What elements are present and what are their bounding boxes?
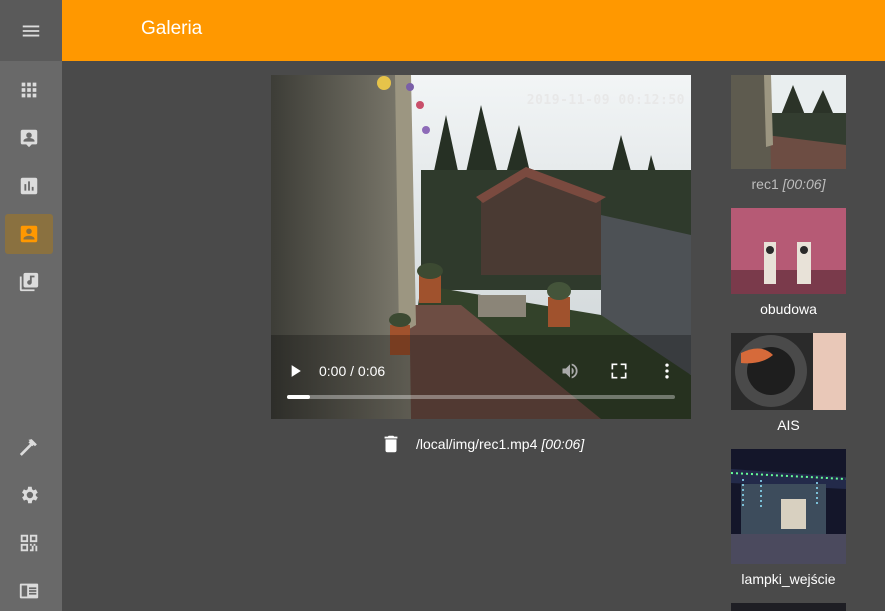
file-duration: [00:06] [541, 436, 585, 452]
gallery-thumb-rec1[interactable] [731, 75, 846, 169]
bar-chart-icon [20, 177, 38, 195]
gallery-label-ais: AIS [777, 417, 800, 433]
nav-item-settings[interactable] [5, 475, 53, 515]
timestamp-overlay: 2019-11-09 00:12:50 [526, 93, 685, 108]
account-box-icon [20, 129, 38, 148]
more-options-icon[interactable] [657, 361, 677, 381]
gallery-label-obudowa: obudowa [760, 301, 817, 317]
gallery-thumb-ais[interactable] [731, 333, 846, 410]
thumb-image [731, 333, 846, 410]
apps-grid-icon [21, 82, 37, 98]
gallery-thumb-lampki[interactable] [731, 449, 846, 564]
file-path: /local/img/rec1.mp4 [416, 436, 538, 452]
gear-icon [22, 486, 38, 504]
nav-item-apps[interactable] [5, 70, 53, 110]
top-header: Galeria [62, 0, 885, 61]
nav-item-developer[interactable] [5, 427, 53, 467]
qr-code-icon [20, 534, 38, 552]
nav-item-charts[interactable] [5, 166, 53, 206]
nav-item-media[interactable] [5, 262, 53, 302]
time-display: 0:00 / 0:06 [319, 363, 386, 379]
play-icon[interactable] [285, 361, 305, 381]
page-title: Galeria [141, 18, 203, 39]
video-player[interactable]: 2019-11-09 00:12:50 0:00 / 0:06 [271, 75, 691, 419]
file-caption: /local/img/rec1.mp4 [00:06] [380, 432, 584, 456]
music-library-icon [19, 272, 39, 292]
menu-icon [22, 25, 40, 36]
hammer-icon [19, 439, 37, 456]
sidebar-panel-icon [19, 583, 39, 599]
nav-item-sidebar[interactable] [5, 571, 53, 611]
thumb-image [731, 449, 846, 564]
gallery-label-lampki: lampki_wejście [741, 571, 836, 587]
gallery-label-rec1: rec1 [00:06] [751, 176, 826, 192]
thumb-image [731, 208, 846, 294]
nav-item-qr[interactable] [5, 523, 53, 563]
menu-button[interactable] [0, 0, 62, 61]
video-progress-bar[interactable] [287, 395, 675, 399]
fullscreen-icon[interactable] [609, 361, 629, 381]
nav-rail [0, 0, 62, 611]
thumb-image [731, 75, 846, 169]
gallery-icon [20, 225, 38, 243]
video-progress-fill [287, 395, 311, 399]
gallery-thumb-next[interactable] [731, 603, 846, 611]
nav-item-gallery[interactable] [5, 214, 53, 254]
gallery-thumb-obudowa[interactable] [731, 208, 846, 294]
volume-icon[interactable] [560, 361, 580, 381]
delete-icon[interactable] [380, 433, 402, 455]
nav-item-account[interactable] [5, 118, 53, 158]
